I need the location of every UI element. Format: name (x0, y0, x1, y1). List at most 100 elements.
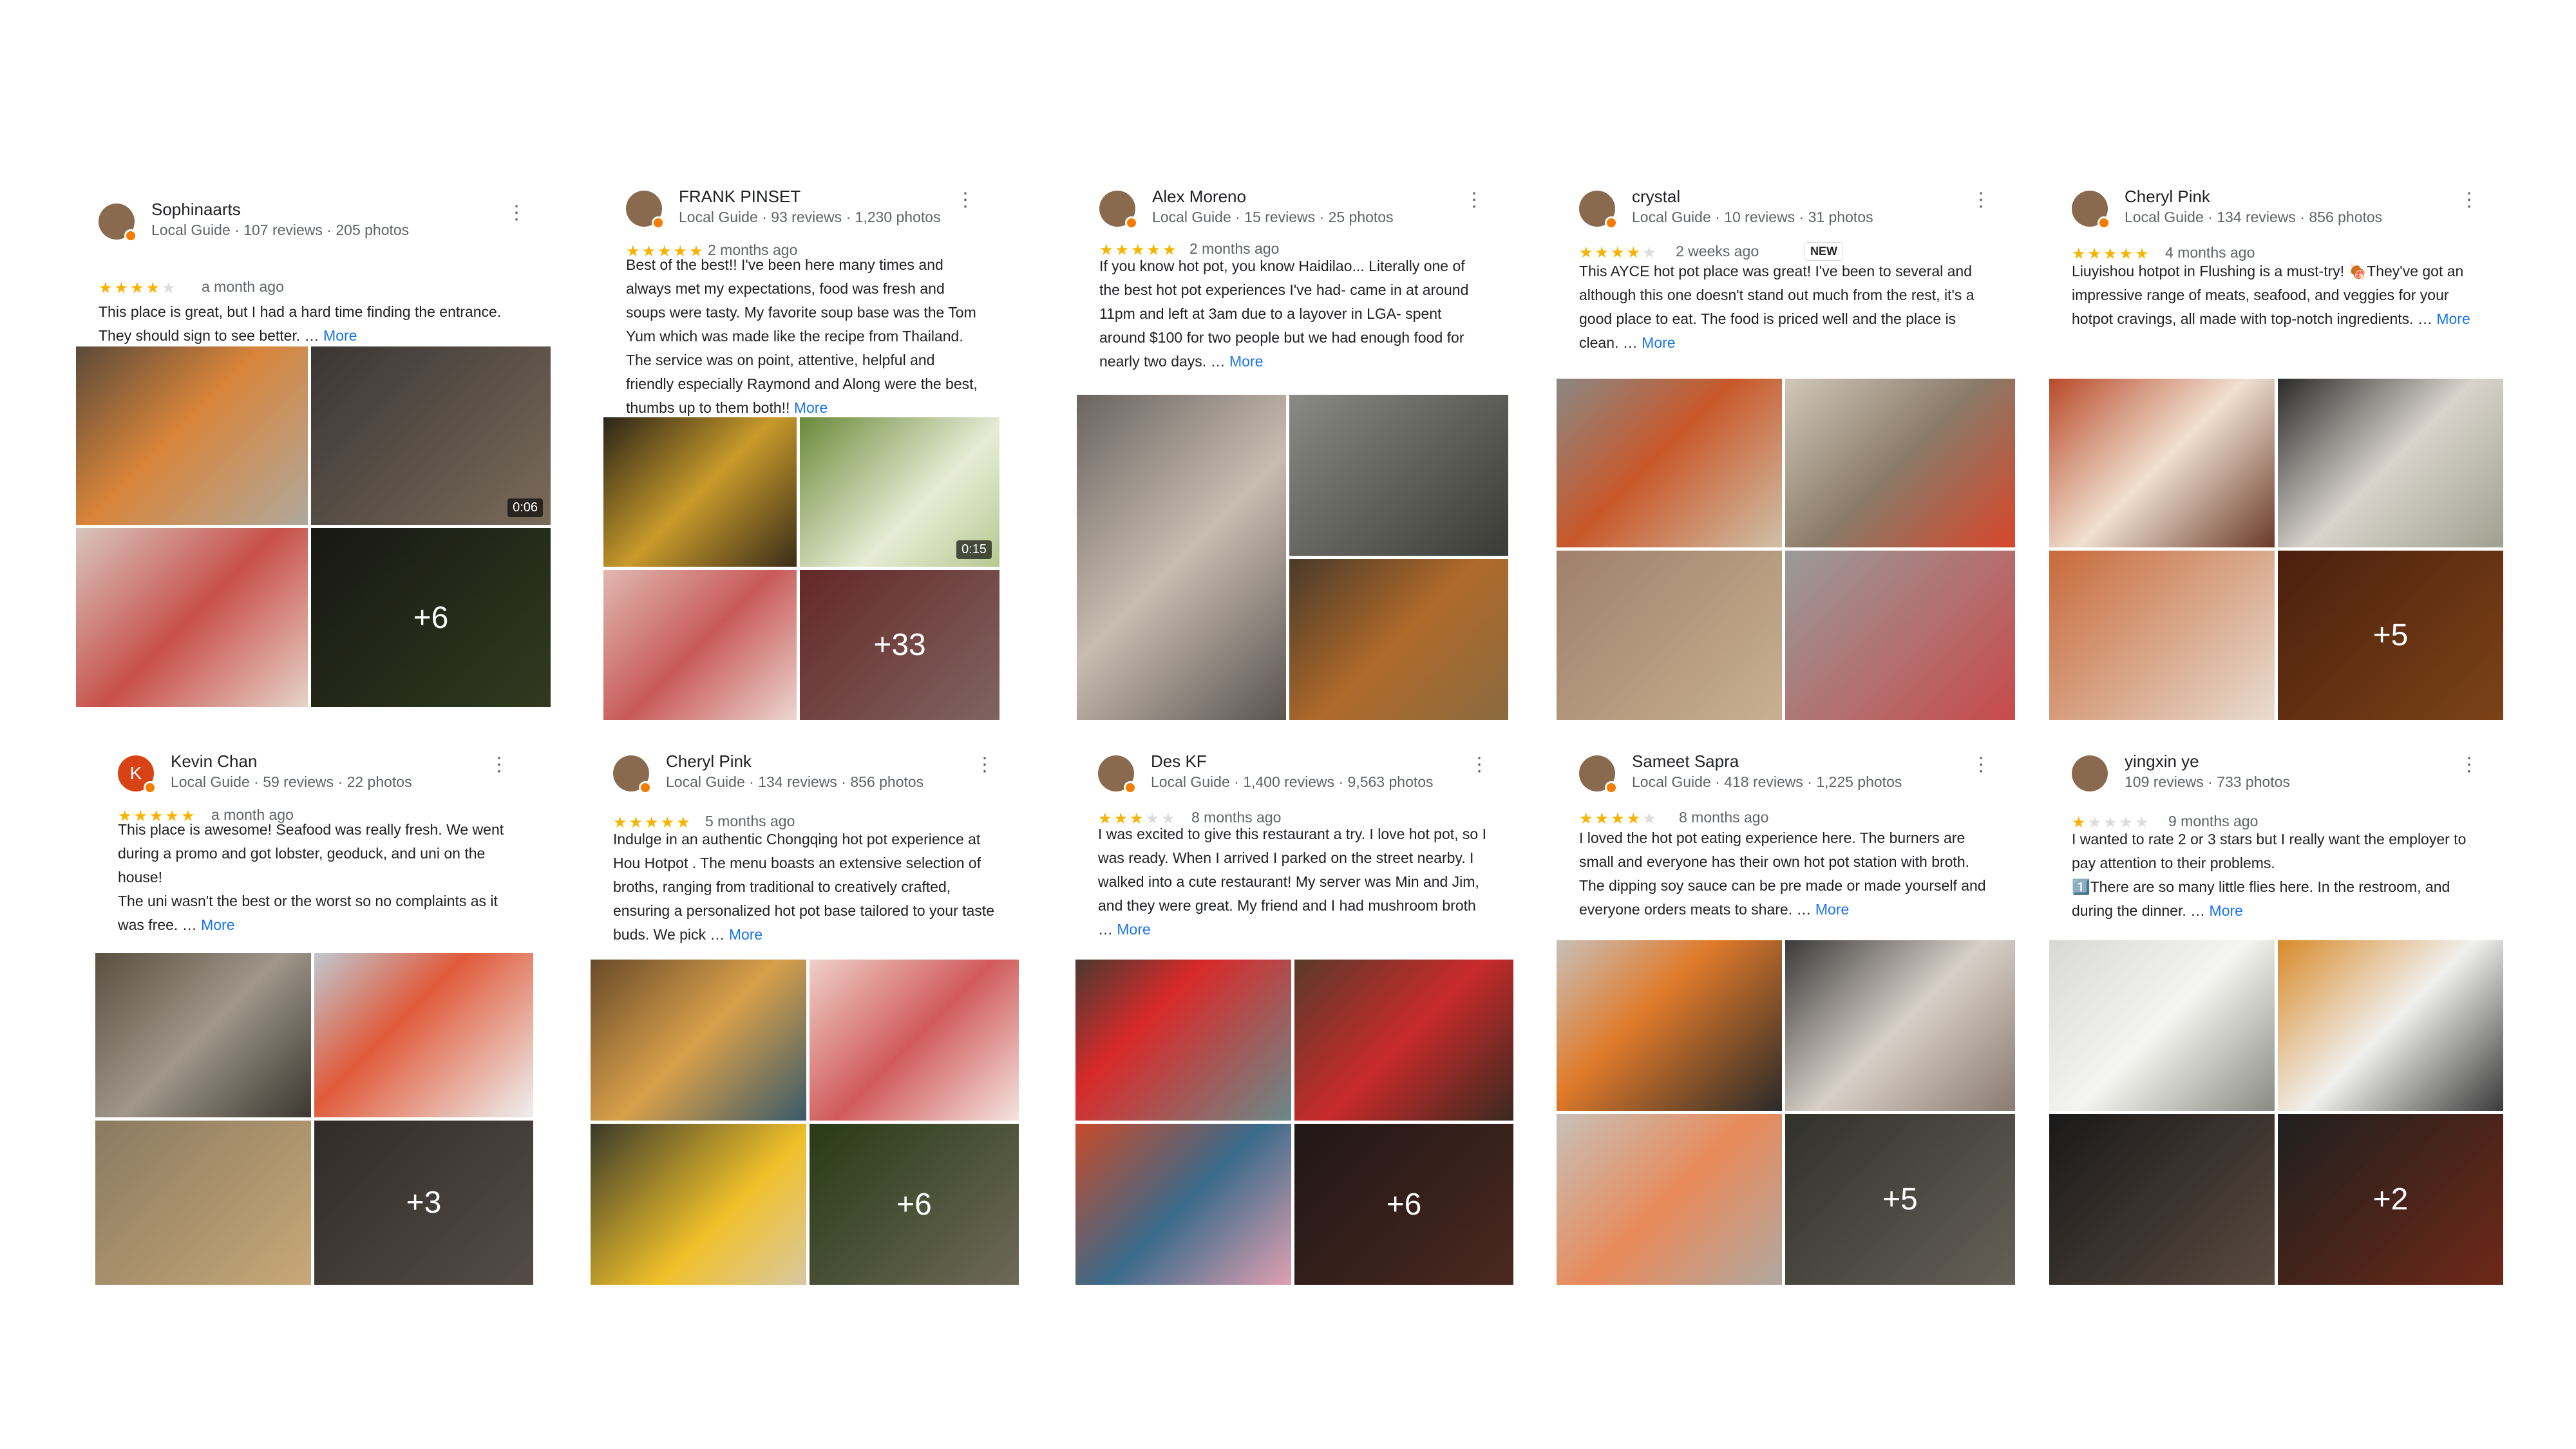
review-photo[interactable] (76, 346, 308, 525)
more-photos-count[interactable]: +6 (810, 1124, 1019, 1285)
more-options-icon[interactable]: ⋮ (1971, 191, 1991, 210)
reviewer-name[interactable]: Sophinaarts (151, 200, 241, 220)
review-photo[interactable] (1075, 960, 1291, 1121)
reviewer-name[interactable]: Sameet Sapra (1632, 752, 1739, 772)
review-photo[interactable] (603, 570, 797, 720)
review-photo[interactable] (95, 1121, 311, 1285)
reviewer-name[interactable]: Cheryl Pink (2125, 187, 2210, 207)
review-photo[interactable] (1289, 559, 1508, 720)
more-link[interactable]: More (323, 327, 357, 344)
review-photo[interactable] (591, 1124, 806, 1285)
reviewer-name[interactable]: yingxin ye (2125, 752, 2199, 772)
review-photo[interactable] (591, 960, 806, 1121)
review-text: Liuyishou hotpot in Flushing is a must-t… (2072, 260, 2484, 331)
avatar[interactable] (1098, 755, 1137, 794)
review-text: Indulge in an authentic Chongqing hot po… (613, 828, 999, 947)
review-text: If you know hot pot, you know Haidilao..… (1099, 254, 1489, 374)
more-options-icon[interactable]: ⋮ (489, 755, 509, 775)
review-photo[interactable] (1077, 395, 1286, 720)
more-options-icon[interactable]: ⋮ (975, 755, 994, 775)
review-photo[interactable]: +5 (1785, 1114, 2015, 1285)
reviewer-name[interactable]: crystal (1632, 187, 1680, 207)
review-photo[interactable]: +2 (2278, 1114, 2503, 1285)
review-photo[interactable] (76, 528, 308, 707)
more-photos-count[interactable]: +6 (311, 528, 551, 707)
more-options-icon[interactable]: ⋮ (2459, 191, 2479, 210)
reviewer-name[interactable]: Cheryl Pink (666, 752, 752, 772)
more-options-icon[interactable]: ⋮ (1464, 191, 1484, 210)
review-photo[interactable]: +6 (1294, 1124, 1513, 1285)
review-photo[interactable]: +5 (2278, 551, 2503, 720)
review-photo[interactable] (2049, 940, 2275, 1111)
more-photos-count[interactable]: +5 (1785, 1114, 2015, 1285)
more-options-icon[interactable]: ⋮ (507, 204, 526, 223)
review-photo[interactable] (1557, 1114, 1782, 1285)
review-date: a month ago (202, 278, 284, 295)
review-photo[interactable] (1785, 940, 2015, 1111)
review-photo[interactable] (2049, 379, 2275, 547)
more-photos-count[interactable]: +2 (2278, 1114, 2503, 1285)
avatar[interactable] (1579, 755, 1618, 794)
reviewer-name[interactable]: Alex Moreno (1152, 187, 1246, 207)
review-photo[interactable] (810, 960, 1019, 1121)
review-photo[interactable]: +33 (800, 570, 999, 720)
more-link[interactable]: More (201, 916, 234, 933)
review-photo[interactable] (2049, 1114, 2275, 1285)
more-link[interactable]: More (2210, 902, 2243, 919)
more-photos-count[interactable]: +33 (800, 570, 999, 720)
more-photos-count[interactable]: +5 (2278, 551, 2503, 720)
more-link[interactable]: More (2436, 310, 2470, 327)
review-photo[interactable] (2278, 379, 2503, 547)
reviews-collage: { "reviews": [ {"name":"Sophinaarts","me… (0, 0, 2576, 1449)
review-photo[interactable] (603, 417, 797, 567)
review-photo[interactable]: +6 (810, 1124, 1019, 1285)
reviewer-name[interactable]: Kevin Chan (171, 752, 257, 772)
avatar[interactable] (626, 191, 665, 229)
review-photo[interactable]: 0:06 (311, 346, 551, 525)
photo-grid: +3 (95, 953, 533, 1285)
avatar[interactable] (2072, 755, 2108, 791)
more-photos-count[interactable]: +3 (314, 1121, 533, 1285)
local-guide-badge-icon (1124, 781, 1137, 794)
review-photo[interactable] (1294, 960, 1513, 1121)
review-photo[interactable] (1557, 940, 1782, 1111)
avatar[interactable] (2072, 191, 2110, 229)
review-photo[interactable] (2278, 940, 2503, 1111)
more-link[interactable]: More (1642, 334, 1675, 351)
avatar[interactable] (613, 755, 652, 794)
reviewer-meta: Local Guide · 59 reviews · 22 photos (171, 773, 412, 790)
review-photo[interactable] (95, 953, 311, 1117)
more-photos-count[interactable]: +6 (1294, 1124, 1513, 1285)
review-photo[interactable] (314, 953, 533, 1117)
more-options-icon[interactable]: ⋮ (1971, 755, 1991, 775)
review-card: Cheryl Pink Local Guide · 134 reviews · 8… (591, 737, 1019, 1285)
review-photo[interactable] (1785, 379, 2015, 547)
more-link[interactable]: More (1229, 353, 1263, 370)
review-text: I was excited to give this restaurant a … (1098, 822, 1494, 942)
avatar[interactable] (1099, 191, 1138, 229)
more-link[interactable]: More (1815, 901, 1849, 918)
avatar[interactable] (1579, 191, 1618, 229)
more-options-icon[interactable]: ⋮ (2459, 755, 2479, 775)
reviewer-meta: Local Guide · 134 reviews · 856 photos (2125, 209, 2383, 225)
avatar[interactable]: K (118, 755, 156, 794)
more-link[interactable]: More (1117, 921, 1150, 938)
review-photo[interactable]: +3 (314, 1121, 533, 1285)
more-link[interactable]: More (729, 926, 762, 943)
star-icon: ★ (1626, 810, 1643, 828)
review-photo[interactable] (1557, 379, 1782, 547)
avatar[interactable] (99, 204, 137, 242)
review-photo[interactable] (1785, 551, 2015, 720)
review-photo[interactable]: +6 (311, 528, 551, 707)
more-options-icon[interactable]: ⋮ (1470, 755, 1489, 775)
review-photo[interactable] (1289, 395, 1508, 556)
review-photo[interactable]: 0:15 (800, 417, 999, 567)
reviewer-meta: Local Guide · 107 reviews · 205 photos (151, 222, 410, 238)
more-link[interactable]: More (794, 399, 828, 416)
reviewer-name[interactable]: FRANK PINSET (679, 187, 800, 207)
review-photo[interactable] (2049, 551, 2275, 720)
review-photo[interactable] (1557, 551, 1782, 720)
more-options-icon[interactable]: ⋮ (956, 191, 975, 210)
review-photo[interactable] (1075, 1124, 1291, 1285)
reviewer-name[interactable]: Des KF (1151, 752, 1207, 772)
